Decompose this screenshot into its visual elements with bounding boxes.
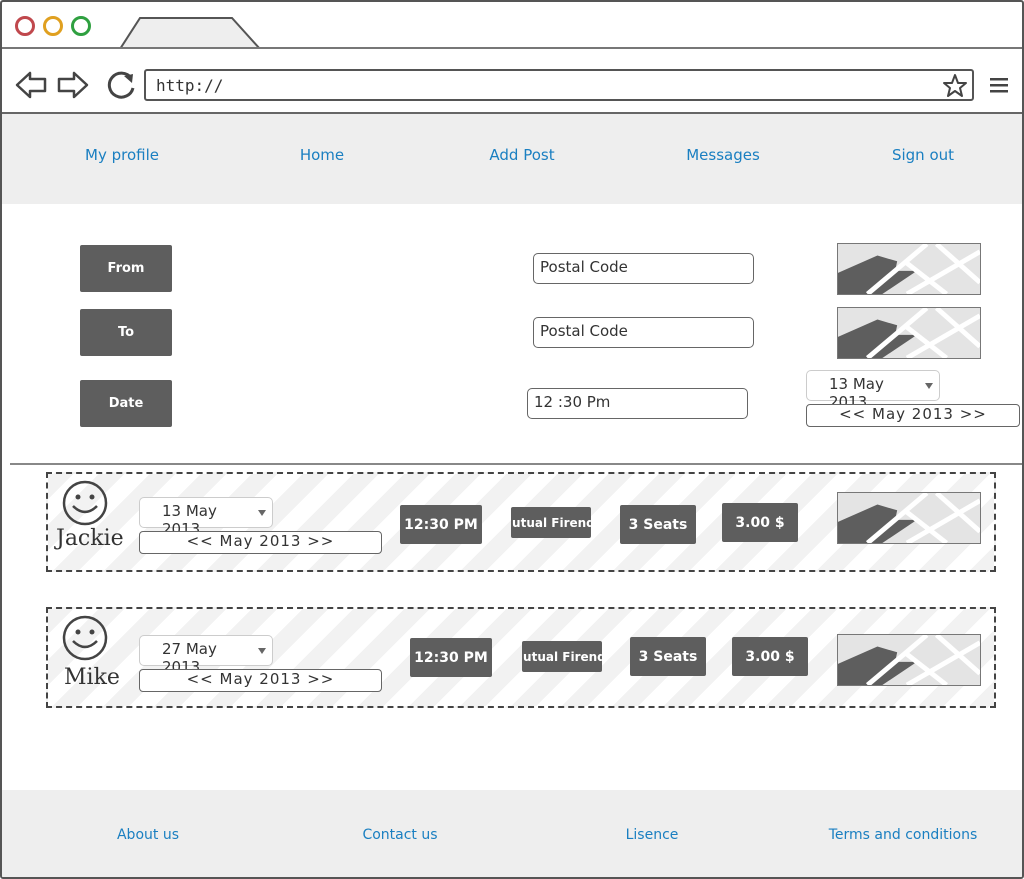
- mutual-friends-button[interactable]: Mutual Firends: [522, 641, 602, 672]
- from-postal-code-input[interactable]: Postal Code: [533, 253, 754, 284]
- back-arrow-icon[interactable]: [14, 68, 48, 102]
- footer-contact-us[interactable]: Contact us: [310, 827, 490, 843]
- chevron-down-icon: [258, 510, 266, 516]
- ride-month-navigator[interactable]: << May 2013 >>: [139, 531, 382, 554]
- price-badge: 3.00 $: [722, 503, 798, 542]
- minimize-window-button[interactable]: [43, 16, 63, 36]
- reload-icon[interactable]: [104, 68, 138, 102]
- nav-messages[interactable]: Messages: [653, 146, 793, 164]
- footer-licence[interactable]: Lisence: [562, 827, 742, 843]
- maximize-window-button[interactable]: [71, 16, 91, 36]
- section-divider: [10, 463, 1022, 465]
- ride-time: 12:30 PM: [400, 505, 482, 544]
- ride-map[interactable]: [837, 492, 981, 544]
- footer: About us Contact us Lisence Terms and co…: [2, 790, 1022, 877]
- month-navigator[interactable]: << May 2013 >>: [806, 404, 1020, 427]
- nav-my-profile[interactable]: My profile: [52, 146, 192, 164]
- close-window-button[interactable]: [15, 16, 35, 36]
- ride-date-select[interactable]: 13 May 2013: [139, 497, 273, 538]
- nav-add-post[interactable]: Add Post: [452, 146, 592, 164]
- ride-card[interactable]: Jackie 13 May 2013 << May 2013 >> 12:30 …: [46, 472, 996, 572]
- footer-terms[interactable]: Terms and conditions: [813, 827, 993, 843]
- from-map[interactable]: [837, 243, 981, 295]
- ride-month-navigator[interactable]: << May 2013 >>: [139, 669, 382, 692]
- nav-sign-out[interactable]: Sign out: [853, 146, 993, 164]
- url-text: http://: [156, 76, 224, 95]
- address-bar[interactable]: http://: [144, 69, 974, 101]
- map-icon: [838, 635, 980, 685]
- main-navigation: My profile Home Add Post Messages Sign o…: [2, 114, 1022, 204]
- date-button[interactable]: Date: [80, 380, 172, 427]
- to-map[interactable]: [837, 307, 981, 359]
- time-input[interactable]: 12 :30 Pm: [527, 388, 748, 419]
- nav-home[interactable]: Home: [252, 146, 392, 164]
- browser-window: http:// My profile Home Add Post Message…: [0, 0, 1024, 879]
- to-postal-code-input[interactable]: Postal Code: [533, 317, 754, 348]
- map-icon: [838, 244, 980, 294]
- avatar-smiley-icon: [62, 480, 108, 526]
- from-button[interactable]: From: [80, 245, 172, 292]
- ride-time: 12:30 PM: [410, 638, 492, 677]
- ride-date-select[interactable]: 27 May 2013: [139, 635, 273, 676]
- avatar-smiley-icon: [62, 615, 108, 661]
- ride-card[interactable]: Mike 27 May 2013 << May 2013 >> 12:30 PM…: [46, 607, 996, 708]
- to-button[interactable]: To: [80, 309, 172, 356]
- star-icon[interactable]: [942, 73, 968, 99]
- ride-map[interactable]: [837, 634, 981, 686]
- tab-bar-divider: [2, 47, 1022, 49]
- seats-badge: 3 Seats: [630, 637, 706, 676]
- map-icon: [838, 493, 980, 543]
- chevron-down-icon: [258, 648, 266, 654]
- seats-badge: 3 Seats: [620, 505, 696, 544]
- hamburger-menu-icon[interactable]: [989, 76, 1009, 94]
- footer-about-us[interactable]: About us: [58, 827, 238, 843]
- user-name: Mike: [64, 665, 120, 690]
- map-icon: [838, 308, 980, 358]
- date-select[interactable]: 13 May 2013: [806, 370, 940, 411]
- chevron-down-icon: [925, 383, 933, 389]
- user-name: Jackie: [56, 526, 124, 551]
- mutual-friends-button[interactable]: Mutual Firends: [511, 507, 591, 538]
- forward-arrow-icon[interactable]: [56, 68, 90, 102]
- browser-tab[interactable]: [120, 16, 260, 49]
- price-badge: 3.00 $: [732, 637, 808, 676]
